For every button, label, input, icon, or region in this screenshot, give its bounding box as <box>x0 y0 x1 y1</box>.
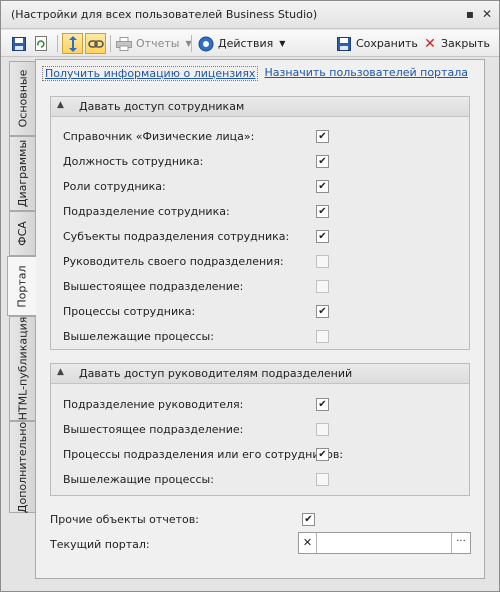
actions-gear-icon <box>197 35 215 53</box>
employees-access-group: ▲ Давать доступ сотрудникам Справочник «… <box>50 96 470 350</box>
other-objects-checkbox[interactable]: ✔ <box>302 513 315 526</box>
printer-icon <box>115 35 133 53</box>
save-icon-button[interactable] <box>10 33 28 54</box>
reports-dropdown[interactable]: Отчеты ▼ <box>115 33 192 54</box>
option-checkbox[interactable] <box>316 280 329 293</box>
actions-dropdown[interactable]: Действия ▼ <box>197 33 285 54</box>
option-label: Справочник «Физические лица»: <box>63 130 255 143</box>
vertical-arrows-icon <box>64 35 82 53</box>
reports-label: Отчеты <box>136 37 180 50</box>
option-label: Процессы сотрудника: <box>63 305 196 318</box>
option-label: Вышестоящее подразделение: <box>63 280 244 293</box>
chevron-down-icon: ▼ <box>279 39 286 48</box>
option-checkbox[interactable]: ✔ <box>316 230 329 243</box>
option-label: Должность сотрудника: <box>63 155 204 168</box>
current-portal-label: Текущий портал: <box>50 538 150 551</box>
floppy-icon <box>335 35 353 53</box>
tab-additional[interactable]: Дополнительно <box>9 421 35 513</box>
tab-label: Основные <box>16 69 30 128</box>
current-portal-input[interactable] <box>318 536 450 550</box>
tab-label: Диаграммы <box>16 139 29 208</box>
actions-label: Действия <box>218 37 274 50</box>
toolbar: Отчеты ▼ Действия ▼ Сохранить ✕ Закрыть <box>1 30 499 57</box>
option-label: Вышележащие процессы: <box>63 473 214 486</box>
link-bar: Получить информацию о лицензиях Назначит… <box>42 66 468 81</box>
option-checkbox[interactable]: ✔ <box>316 155 329 168</box>
pin-icon[interactable]: ▪ <box>463 7 477 21</box>
group-header[interactable]: ▲ Давать доступ руководителям подразделе… <box>51 364 469 384</box>
group-title: Давать доступ руководителям подразделени… <box>79 367 353 380</box>
option-label: Вышестоящее подразделение: <box>63 423 244 436</box>
option-label: Подразделение руководителя: <box>63 398 244 411</box>
other-objects-label: Прочие объекты отчетов: <box>50 513 199 526</box>
link-toggle-button[interactable] <box>85 33 106 54</box>
option-label: Субъекты подразделения сотрудника: <box>63 230 290 243</box>
tab-main[interactable]: Основные <box>9 61 35 136</box>
managers-access-group: ▲ Давать доступ руководителям подразделе… <box>50 363 470 496</box>
tab-label: HTML-публикация <box>16 316 30 421</box>
title-bar: (Настройки для всех пользователей Busine… <box>1 1 499 29</box>
group-header[interactable]: ▲ Давать доступ сотрудникам <box>51 97 469 117</box>
chevron-up-icon: ▲ <box>57 367 64 377</box>
close-icon[interactable]: ✕ <box>480 7 494 21</box>
tab-label: Портал <box>15 264 29 308</box>
save-label: Сохранить <box>356 37 418 50</box>
option-checkbox[interactable] <box>316 330 329 343</box>
tab-html-publication[interactable]: HTML-публикация <box>9 316 35 421</box>
floppy-icon <box>10 35 28 53</box>
refresh-document-icon <box>32 35 50 53</box>
close-button[interactable]: ✕ Закрыть <box>421 33 490 54</box>
portal-panel: Получить информацию о лицензиях Назначит… <box>35 59 485 579</box>
current-portal-field: ✕ ··· <box>298 532 471 554</box>
toolbar-separator <box>191 35 192 52</box>
option-label: Вышележащие процессы: <box>63 330 214 343</box>
option-label: Процессы подразделения или его сотрудник… <box>63 448 344 461</box>
window-title: (Настройки для всех пользователей Busine… <box>11 8 318 21</box>
license-info-link[interactable]: Получить информацию о лицензиях <box>42 66 259 81</box>
option-checkbox[interactable] <box>316 473 329 486</box>
toolbar-separator <box>57 35 58 52</box>
option-checkbox[interactable] <box>316 423 329 436</box>
option-checkbox[interactable]: ✔ <box>316 305 329 318</box>
chevron-up-icon: ▲ <box>57 100 64 110</box>
refresh-button[interactable] <box>32 33 50 54</box>
settings-window: (Настройки для всех пользователей Busine… <box>0 0 500 592</box>
group-title: Давать доступ сотрудникам <box>79 100 245 113</box>
option-checkbox[interactable] <box>316 255 329 268</box>
close-label: Закрыть <box>441 37 490 50</box>
chain-link-icon <box>87 35 105 53</box>
red-x-icon: ✕ <box>424 35 436 52</box>
option-label: Подразделение сотрудника: <box>63 205 230 218</box>
toolbar-separator <box>110 35 111 52</box>
expand-toggle-button[interactable] <box>62 33 83 54</box>
option-checkbox[interactable]: ✔ <box>316 180 329 193</box>
vertical-tabs: Основные Диаграммы ФСА Портал HTML-публи… <box>7 61 36 513</box>
tab-portal[interactable]: Портал <box>7 256 36 316</box>
assign-portal-users-link[interactable]: Назначить пользователей портала <box>264 66 468 81</box>
option-checkbox[interactable]: ✔ <box>316 398 329 411</box>
tab-fsa[interactable]: ФСА <box>9 211 35 256</box>
option-checkbox[interactable]: ✔ <box>316 448 329 461</box>
tab-label: ФСА <box>16 221 29 246</box>
option-label: Роли сотрудника: <box>63 180 166 193</box>
save-button[interactable]: Сохранить <box>335 33 418 54</box>
option-label: Руководитель своего подразделения: <box>63 255 284 268</box>
browse-button[interactable]: ··· <box>451 533 470 553</box>
tab-diagrams[interactable]: Диаграммы <box>9 136 35 211</box>
tab-label: Дополнительно <box>16 421 30 513</box>
option-checkbox[interactable]: ✔ <box>316 205 329 218</box>
clear-field-icon[interactable]: ✕ <box>299 533 317 553</box>
option-checkbox[interactable]: ✔ <box>316 130 329 143</box>
